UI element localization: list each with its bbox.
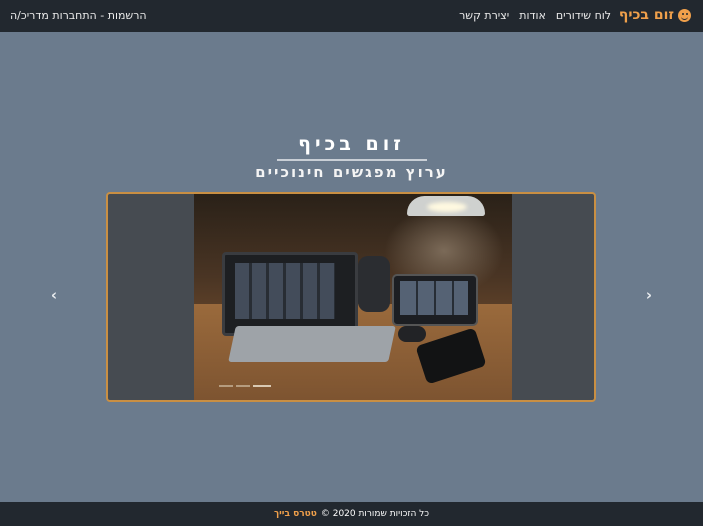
carousel-indicators — [219, 385, 271, 387]
nav-links: לוח שידורים אודות יצירת קשר — [459, 9, 611, 22]
brand-name[interactable]: זום בכיף — [619, 7, 674, 23]
tablet-image — [392, 274, 478, 326]
nav-link-schedule[interactable]: לוח שידורים — [556, 9, 611, 22]
speaker-image — [358, 256, 390, 312]
carousel — [106, 192, 596, 402]
smiley-icon — [678, 8, 691, 22]
carousel-prev-button[interactable]: ‹ — [45, 284, 63, 306]
footer-brand-link[interactable]: טטרס בייך — [274, 509, 317, 519]
watch-image — [398, 326, 426, 342]
nav-register: הרשמות - התחברות מדריכ/ה — [10, 9, 147, 22]
footer-text: כל הזכויות שמורות 2020 © — [320, 509, 430, 519]
hero-divider — [277, 159, 427, 161]
chevron-right-icon: › — [645, 286, 653, 304]
footer: כל הזכויות שמורות 2020 © טטרס בייך — [0, 502, 703, 526]
carousel-indicator-1[interactable] — [219, 385, 233, 387]
nav-link-contact[interactable]: יצירת קשר — [459, 9, 509, 22]
nav-link-about[interactable]: אודות — [519, 9, 546, 22]
register-login-link[interactable]: הרשמות - התחברות מדריכ/ה — [10, 9, 147, 22]
laptop-image — [222, 252, 358, 336]
top-navbar: זום בכיף לוח שידורים אודות יצירת קשר הרש… — [0, 0, 703, 32]
carousel-slide-image — [194, 194, 512, 400]
brand-link[interactable]: זום בכיף — [619, 7, 691, 23]
carousel-indicator-2[interactable] — [236, 385, 250, 387]
hero-subtitle: ערוץ מפגשים חינוכיים — [255, 163, 448, 181]
carousel-indicator-3[interactable] — [253, 385, 271, 387]
carousel-next-button[interactable]: › — [640, 284, 658, 306]
chevron-left-icon: ‹ — [50, 286, 58, 304]
hero-title: זום בכיף — [298, 133, 405, 155]
